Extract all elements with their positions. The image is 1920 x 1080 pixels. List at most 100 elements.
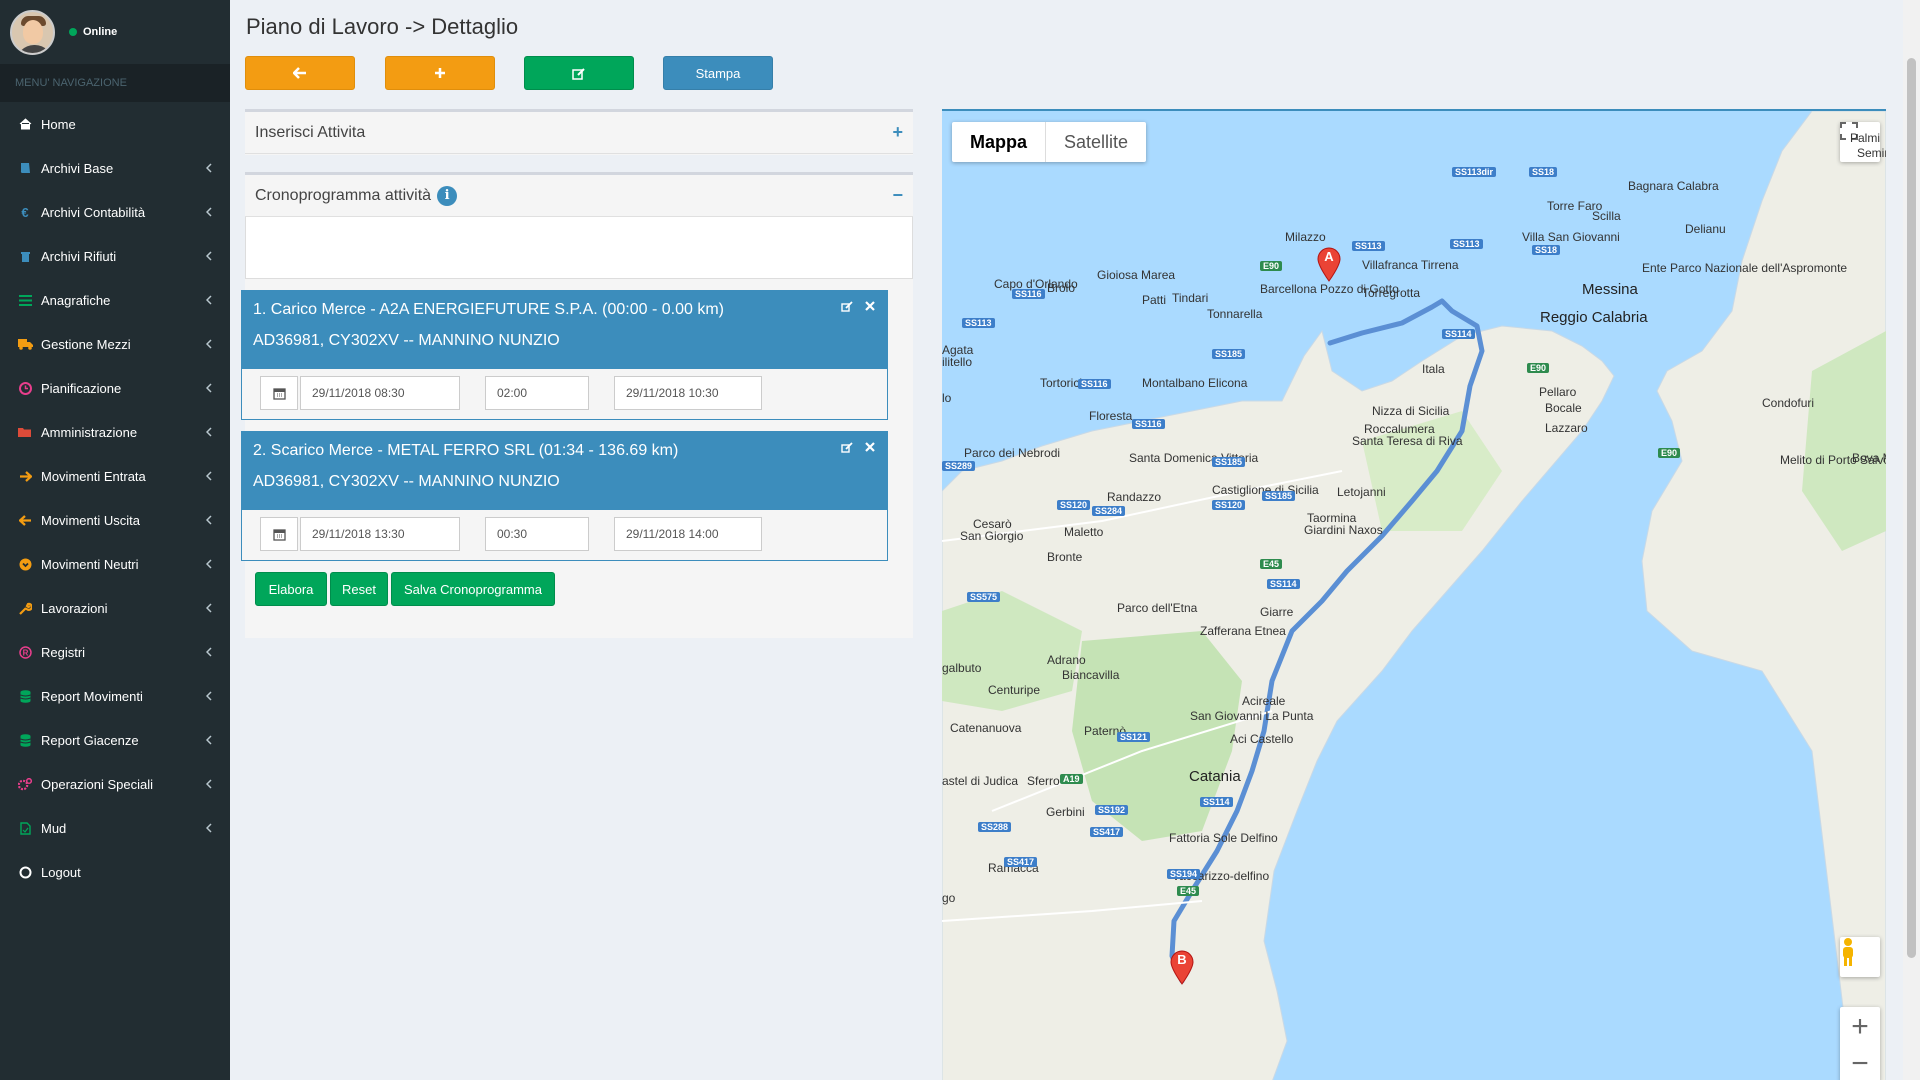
online-dot-icon (69, 28, 77, 36)
sidebar-item-archivi-contabilit[interactable]: € Archivi Contabilità (0, 190, 230, 234)
road-shield: SS18 (1529, 167, 1558, 177)
sidebar-item-mud[interactable]: Mud (0, 806, 230, 850)
sidebar-item-report-movimenti[interactable]: Report Movimenti (0, 674, 230, 718)
place-label: Catania (1189, 768, 1241, 785)
sidebar-item-movimenti-uscita[interactable]: Movimenti Uscita (0, 498, 230, 542)
place-label: Adrano (1047, 653, 1086, 667)
chevron-left-icon (205, 557, 212, 572)
end-datetime-field[interactable]: 29/11/2018 10:30 (614, 376, 762, 410)
insert-activity-header[interactable]: Inserisci Attivita + (245, 112, 913, 154)
trash-icon (17, 248, 33, 264)
sidebar-item-movimenti-neutri[interactable]: Movimenti Neutri (0, 542, 230, 586)
street-view-button[interactable] (1840, 937, 1880, 977)
expand-icon[interactable]: + (892, 122, 903, 143)
user-status: Online (69, 26, 117, 38)
task-header: 2. Scarico Merce - METAL FERRO SRL (01:3… (242, 432, 887, 510)
place-label: Biancavilla (1062, 668, 1120, 682)
road-shield: A19 (1060, 774, 1083, 784)
database-icon (17, 688, 33, 704)
edit-icon[interactable] (841, 301, 853, 313)
sidebar-item-home[interactable]: Home (0, 102, 230, 146)
road-shield: SS185 (1262, 491, 1296, 501)
marker-label: A (1324, 249, 1334, 264)
map-marker-b[interactable]: B (1169, 949, 1195, 985)
place-label: Floresta (1089, 409, 1133, 423)
sidebar-item-logout[interactable]: Logout (0, 850, 230, 894)
sidebar-item-registri[interactable]: R Registri (0, 630, 230, 674)
sidebar-item-label: Anagrafiche (41, 292, 111, 308)
place-label: Patti (1142, 293, 1167, 307)
road-shield: SS113 (1450, 239, 1483, 249)
road-shield: SS116 (1132, 419, 1165, 429)
zoom-out-button[interactable]: − (1851, 1046, 1869, 1080)
edit-icon[interactable] (841, 442, 853, 454)
sidebar-item-movimenti-entrata[interactable]: Movimenti Entrata (0, 454, 230, 498)
place-label: Parco dei Nebrodi (964, 446, 1061, 460)
sidebar-item-amministrazione[interactable]: Amministrazione (0, 410, 230, 454)
arrow-left-icon (17, 512, 33, 528)
edit-button[interactable] (524, 56, 634, 90)
place-label: Tonnarella (1207, 307, 1263, 321)
zoom-in-button[interactable]: + (1851, 1008, 1869, 1046)
sidebar-item-gestione-mezzi[interactable]: Gestione Mezzi (0, 322, 230, 366)
calendar-icon[interactable] (260, 517, 298, 551)
duration-field[interactable]: 02:00 (485, 376, 589, 410)
place-label: Itala (1422, 362, 1445, 376)
place-label: Fattoria Sole Delfino (1169, 831, 1278, 845)
start-datetime-field[interactable]: 29/11/2018 08:30 (300, 376, 460, 410)
chevron-left-icon (205, 425, 212, 440)
sidebar: Online MENU' NAVIGAZIONE Home Archivi Bas… (0, 0, 230, 1080)
route-map[interactable]: Mappa Satellite + − A B Villafranca Tirr… (942, 109, 1886, 1080)
truck-icon (17, 336, 33, 352)
road-shield: SS113 (962, 318, 995, 328)
collapse-icon[interactable]: − (892, 185, 903, 206)
end-datetime-field[interactable]: 29/11/2018 14:00 (614, 517, 762, 551)
chevron-left-icon (205, 601, 212, 616)
zoom-control: + − (1840, 1007, 1880, 1080)
sidebar-item-label: Gestione Mezzi (41, 336, 131, 352)
duration-field[interactable]: 00:30 (485, 517, 589, 551)
place-label: San Giovanni La Punta (1190, 709, 1314, 723)
sidebar-item-operazioni-speciali[interactable]: Operazioni Speciali (0, 762, 230, 806)
map-type-satellite[interactable]: Satellite (1045, 122, 1146, 162)
place-label: Tindari (1172, 291, 1209, 305)
close-icon[interactable] (865, 301, 875, 311)
sidebar-item-pianificazione[interactable]: Pianificazione (0, 366, 230, 410)
place-label: Bagnara Calabra (1628, 179, 1719, 193)
info-icon[interactable]: i (437, 185, 458, 206)
reset-button[interactable]: Reset (330, 572, 388, 606)
place-label: Gioiosa Marea (1097, 268, 1176, 282)
place-label: Barcellona Pozzo di Gotto (1260, 282, 1399, 296)
place-label: Delianu (1685, 222, 1726, 236)
page-scrollbar[interactable] (1903, 0, 1920, 1080)
calendar-icon[interactable] (260, 376, 298, 410)
place-label: go (942, 891, 956, 905)
close-icon[interactable] (865, 442, 875, 452)
sidebar-item-label: Report Movimenti (41, 688, 143, 704)
sidebar-item-report-giacenze[interactable]: Report Giacenze (0, 718, 230, 762)
sidebar-item-lavorazioni[interactable]: Lavorazioni (0, 586, 230, 630)
task-fields: 29/11/2018 13:30 00:30 29/11/2018 14:00 (242, 510, 887, 560)
sidebar-item-archivi-base[interactable]: Archivi Base (0, 146, 230, 190)
sidebar-item-archivi-rifiuti[interactable]: Archivi Rifiuti (0, 234, 230, 278)
add-button[interactable] (385, 56, 495, 90)
sidebar-item-anagrafiche[interactable]: Anagrafiche (0, 278, 230, 322)
print-button[interactable]: Stampa (663, 56, 773, 90)
map-type-mappa[interactable]: Mappa (952, 122, 1045, 162)
registered-icon: R (17, 644, 33, 660)
map-marker-a[interactable]: A (1316, 246, 1342, 282)
task-card: 1. Carico Merce - A2A ENERGIEFUTURE S.P.… (241, 290, 888, 420)
list-icon (17, 292, 33, 308)
road-shield: SS114 (1267, 579, 1300, 589)
scrollbar-thumb[interactable] (1907, 58, 1916, 958)
road-shield: SS192 (1095, 805, 1129, 815)
road-shield: SS116 (1012, 289, 1045, 299)
road-shield: SS18 (1532, 245, 1561, 255)
save-schedule-button[interactable]: Salva Cronoprogramma (391, 572, 555, 606)
start-datetime-field[interactable]: 29/11/2018 13:30 (300, 517, 460, 551)
road-shield: SS113 (1352, 241, 1385, 251)
place-label: Brolo (1047, 281, 1076, 295)
insert-activity-box: Inserisci Attivita + (245, 109, 913, 155)
elabora-button[interactable]: Elabora (255, 572, 327, 606)
back-button[interactable] (245, 56, 355, 90)
